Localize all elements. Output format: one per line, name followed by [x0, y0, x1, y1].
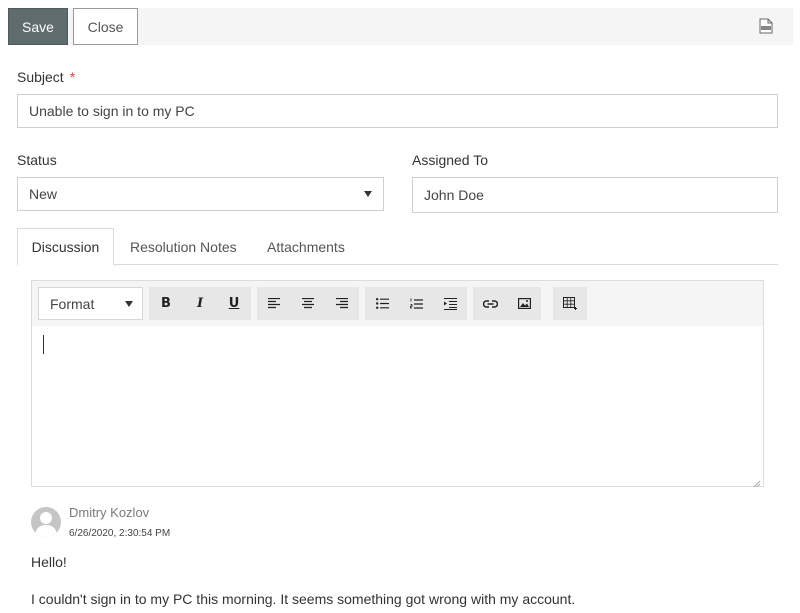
text-caret	[43, 335, 44, 354]
status-select-value: New	[29, 186, 58, 202]
save-button[interactable]: Save	[8, 8, 68, 45]
text-style-group: B I U	[149, 287, 251, 320]
required-marker: *	[69, 69, 76, 85]
chevron-down-icon	[125, 300, 133, 307]
align-left-icon[interactable]	[257, 287, 291, 320]
tab-discussion-label: Discussion	[31, 239, 100, 255]
tab-attachments[interactable]: Attachments	[267, 228, 345, 265]
subject-label-text: Subject	[17, 69, 64, 85]
indent-icon[interactable]	[433, 287, 467, 320]
link-icon[interactable]	[473, 287, 507, 320]
align-right-icon[interactable]	[325, 287, 359, 320]
alignment-group	[257, 287, 359, 320]
subject-label: Subject *	[17, 69, 75, 85]
comment-author: Dmitry Kozlov	[69, 505, 150, 520]
resize-handle-icon[interactable]	[752, 475, 761, 488]
format-select[interactable]: Format	[38, 287, 143, 320]
rich-text-editor: Format B I U	[31, 280, 764, 488]
top-toolbar: Save Close	[8, 8, 793, 45]
comment-text-line-2: I couldn't sign in to my PC this morning…	[31, 591, 576, 607]
assigned-to-label: Assigned To	[412, 152, 489, 168]
underline-icon[interactable]: U	[217, 287, 251, 320]
table-group	[553, 287, 587, 320]
align-center-icon[interactable]	[291, 287, 325, 320]
editor-toolbar: Format B I U	[32, 281, 763, 326]
insert-group	[473, 287, 541, 320]
tab-resolution-notes-label: Resolution Notes	[130, 238, 237, 255]
bold-icon[interactable]: B	[149, 287, 183, 320]
assigned-to-value: John Doe	[424, 187, 484, 203]
pdf-icon[interactable]	[759, 18, 773, 34]
tab-attachments-label: Attachments	[267, 238, 345, 255]
subject-input-value: Unable to sign in to my PC	[29, 103, 195, 119]
avatar	[31, 507, 61, 537]
image-icon[interactable]	[507, 287, 541, 320]
italic-icon[interactable]: I	[183, 287, 217, 320]
comment-text-line-1: Hello!	[31, 554, 67, 570]
tab-discussion[interactable]: Discussion	[17, 228, 114, 266]
numbered-list-icon[interactable]	[399, 287, 433, 320]
format-select-label: Format	[50, 295, 95, 312]
close-button[interactable]: Close	[73, 8, 138, 45]
tab-resolution-notes[interactable]: Resolution Notes	[130, 228, 237, 265]
subject-input[interactable]: Unable to sign in to my PC	[17, 94, 778, 128]
tab-bar: Discussion Resolution Notes Attachments	[17, 228, 778, 266]
table-icon[interactable]	[553, 287, 587, 320]
status-select[interactable]: New	[17, 177, 384, 211]
status-label: Status	[17, 152, 57, 168]
list-group	[365, 287, 467, 320]
bullet-list-icon[interactable]	[365, 287, 399, 320]
chevron-down-icon	[364, 191, 372, 197]
assigned-to-input[interactable]: John Doe	[412, 177, 778, 213]
comment-timestamp: 6/26/2020, 2:30:54 PM	[69, 528, 171, 539]
editor-text-area[interactable]	[32, 326, 763, 488]
